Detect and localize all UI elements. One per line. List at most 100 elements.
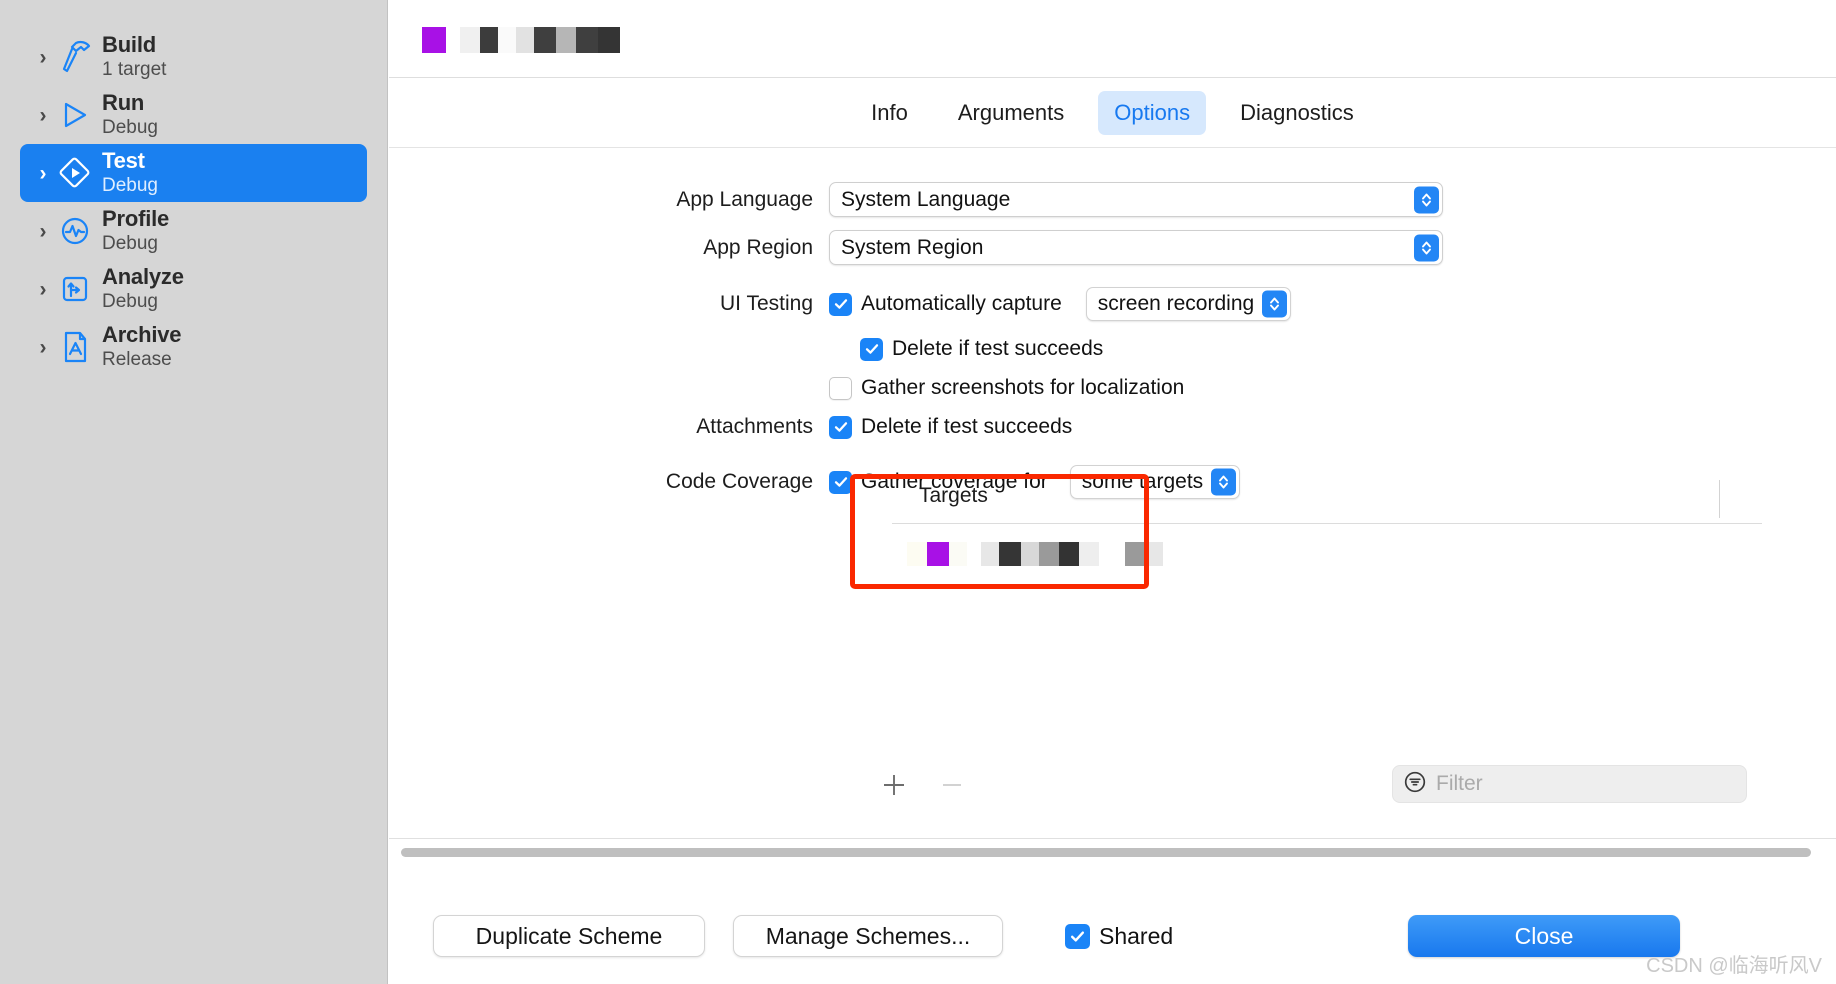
row-attachments: Attachments Delete if test succeeds — [389, 415, 1836, 439]
capture-mode-stepper[interactable] — [1262, 290, 1288, 318]
sidebar-item-subtitle: 1 target — [102, 59, 167, 81]
row-app-language: App Language System Language — [389, 182, 1836, 217]
app-region-label: App Region — [703, 235, 813, 259]
app-region-stepper[interactable] — [1414, 234, 1439, 261]
sidebar-item-title: Test — [102, 148, 145, 174]
sidebar-item-title: Profile — [102, 206, 170, 232]
chevron-right-icon[interactable]: › — [32, 221, 54, 242]
row-gather-screenshots: Gather screenshots for localization — [389, 376, 1836, 400]
sidebar-item-analyze[interactable]: › Analyze Debug — [20, 260, 367, 318]
profile-icon — [54, 211, 96, 251]
attachments-delete-label: Delete if test succeeds — [861, 415, 1073, 438]
sidebar-item-subtitle: Release — [102, 349, 172, 371]
close-button[interactable]: Close — [1408, 915, 1680, 957]
panel-divider — [389, 838, 1836, 839]
app-region-popup[interactable]: System Region — [829, 230, 1443, 265]
sidebar-item-build[interactable]: › Build 1 target — [20, 28, 367, 86]
auto-capture-label: Automatically capture — [861, 292, 1062, 315]
sidebar-item-title: Build — [102, 32, 156, 58]
sidebar-item-profile-text: Profile Debug — [102, 206, 169, 256]
chevron-right-icon[interactable]: › — [32, 279, 54, 300]
app-language-label: App Language — [676, 187, 813, 211]
app-language-stepper[interactable] — [1414, 186, 1439, 213]
row-app-region: App Region System Region — [389, 230, 1836, 265]
gather-screenshots-label: Gather screenshots for localization — [861, 376, 1185, 399]
sidebar-item-subtitle: Debug — [102, 117, 158, 139]
auto-capture-checkbox[interactable] — [829, 292, 852, 316]
tab-diagnostics[interactable]: Diagnostics — [1224, 91, 1370, 135]
header-rule — [892, 523, 1762, 524]
sidebar-item-archive-text: Archive Release — [102, 322, 182, 372]
filter-placeholder: Filter — [1436, 772, 1483, 795]
sidebar-item-archive[interactable]: › Archive Release — [20, 318, 367, 376]
manage-schemes-button[interactable]: Manage Schemes... — [733, 915, 1003, 957]
shared-checkbox[interactable] — [1065, 924, 1090, 949]
target-app-icon — [927, 542, 949, 566]
filter-field[interactable]: Filter — [1392, 765, 1747, 803]
remove-target-button[interactable] — [937, 770, 967, 800]
app-region-value: System Region — [841, 235, 984, 259]
gather-screenshots-checkbox[interactable] — [829, 376, 852, 400]
sidebar-item-subtitle: Debug — [102, 175, 158, 197]
dialog-bottom-bar: Duplicate Scheme Manage Schemes... Share… — [389, 868, 1836, 984]
shared-checkbox-group: Shared — [1065, 923, 1173, 950]
targets-add-remove-controls — [879, 770, 967, 800]
chevron-right-icon[interactable]: › — [32, 105, 54, 126]
chevron-right-icon[interactable]: › — [32, 163, 54, 184]
sidebar-item-analyze-text: Analyze Debug — [102, 264, 184, 314]
sidebar-item-title: Run — [102, 90, 145, 116]
tab-info[interactable]: Info — [855, 91, 924, 135]
sidebar-item-run[interactable]: › Run Debug — [20, 86, 367, 144]
coverage-scope-stepper[interactable] — [1211, 468, 1237, 496]
app-language-popup[interactable]: System Language — [829, 182, 1443, 217]
scheme-target-header — [389, 0, 1836, 78]
capture-mode-pulldown[interactable]: screen recording — [1085, 287, 1292, 321]
analyze-icon — [54, 269, 96, 309]
ui-delete-if-succeeds-checkbox[interactable] — [860, 337, 883, 361]
scheme-options-panel: Info Arguments Options Diagnostics App L… — [389, 0, 1836, 984]
coverage-scope-value: some targets — [1081, 470, 1204, 493]
code-coverage-label: Code Coverage — [665, 470, 813, 493]
options-form: App Language System Language App Region … — [389, 148, 1836, 499]
sidebar-item-profile[interactable]: › Profile Debug — [20, 202, 367, 260]
attachments-label: Attachments — [696, 415, 813, 438]
play-icon — [54, 95, 96, 135]
gather-coverage-checkbox[interactable] — [829, 470, 852, 494]
sidebar-item-build-text: Build 1 target — [102, 32, 166, 82]
tab-options[interactable]: Options — [1098, 90, 1207, 135]
scheme-editor-window: › Build 1 target › Run Debug › Test Debu… — [0, 0, 1836, 984]
chevron-right-icon[interactable]: › — [32, 47, 54, 68]
horizontal-scrollbar-thumb[interactable] — [401, 848, 1811, 857]
sidebar-item-title: Archive — [102, 322, 182, 348]
add-target-button[interactable] — [879, 770, 909, 800]
test-icon — [54, 153, 96, 193]
filter-lines-icon — [1403, 770, 1427, 799]
app-language-value: System Language — [841, 187, 1011, 211]
column-divider — [1719, 480, 1720, 518]
duplicate-scheme-button[interactable]: Duplicate Scheme — [433, 915, 705, 957]
row-ui-testing-delete: Delete if test succeeds — [389, 337, 1836, 361]
sidebar-item-test[interactable]: › Test Debug — [20, 144, 367, 202]
sidebar-item-run-text: Run Debug — [102, 90, 158, 140]
ui-testing-label: UI Testing — [720, 292, 813, 315]
app-icon-purple — [422, 27, 446, 53]
sidebar-item-test-text: Test Debug — [102, 148, 158, 198]
coverage-scope-pulldown[interactable]: some targets — [1069, 465, 1241, 499]
target-row-redacted[interactable] — [907, 542, 1163, 566]
redacted-scheme-name — [422, 27, 620, 53]
chevron-right-icon[interactable]: › — [32, 337, 54, 358]
row-code-coverage: Code Coverage Gather coverage for some t… — [389, 465, 1836, 499]
sidebar-item-title: Analyze — [102, 264, 184, 290]
ui-delete-if-succeeds-label: Delete if test succeeds — [892, 337, 1104, 360]
targets-column-header: Targets — [919, 484, 988, 507]
attachments-delete-checkbox[interactable] — [829, 415, 852, 439]
capture-mode-value: screen recording — [1097, 292, 1255, 315]
csdn-watermark: CSDN @临海听风V — [1646, 955, 1822, 977]
tab-arguments[interactable]: Arguments — [942, 91, 1080, 135]
shared-label: Shared — [1099, 923, 1174, 949]
archive-icon — [54, 327, 96, 367]
row-ui-testing-auto-capture: UI Testing Automatically capture screen … — [389, 287, 1836, 321]
scheme-actions-sidebar: › Build 1 target › Run Debug › Test Debu… — [0, 0, 388, 984]
scheme-action-list: › Build 1 target › Run Debug › Test Debu… — [0, 0, 387, 376]
options-tabbar: Info Arguments Options Diagnostics — [389, 78, 1836, 148]
